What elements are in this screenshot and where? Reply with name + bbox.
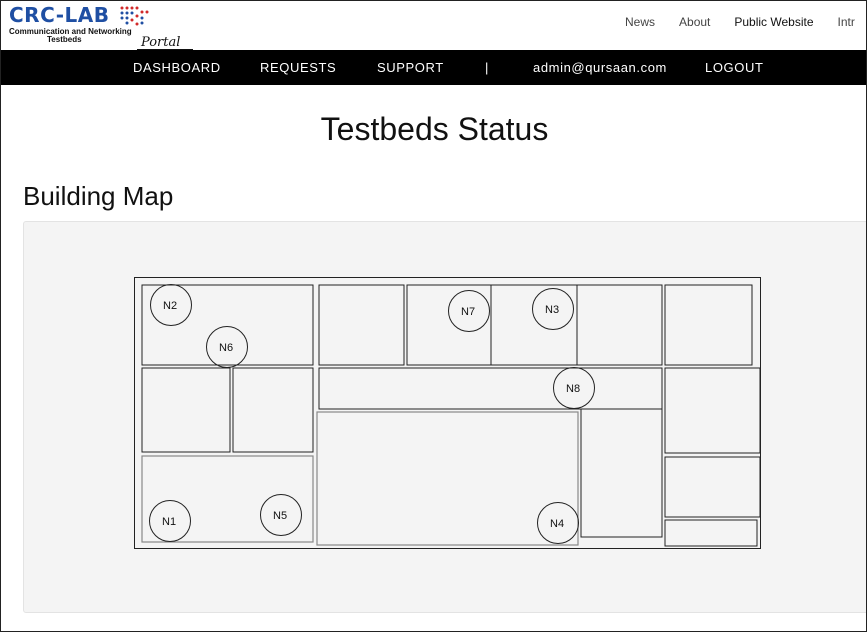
node-label: N7 <box>461 306 475 318</box>
node-n5[interactable]: N5 <box>260 494 302 536</box>
node-n7[interactable]: N7 <box>448 290 490 332</box>
room <box>580 408 663 538</box>
node-label: N6 <box>219 342 233 354</box>
node-label: N1 <box>162 516 176 528</box>
room <box>141 455 314 543</box>
building-outline <box>134 277 761 549</box>
room <box>316 411 579 546</box>
nav-logout[interactable]: LOGOUT <box>705 60 764 75</box>
section-title: Building Map <box>23 181 174 211</box>
nav-support[interactable]: SUPPORT <box>377 60 444 75</box>
room <box>318 284 405 366</box>
room <box>664 519 758 547</box>
site-logo[interactable]: CRC-LAB Communication and Networking Tes… <box>7 3 193 51</box>
logo-subtitle-2: Testbeds <box>47 35 82 44</box>
node-label: N8 <box>566 383 580 395</box>
nav-user-account[interactable]: admin@qursaan.com <box>533 60 667 75</box>
node-n3[interactable]: N3 <box>532 288 574 330</box>
node-n4[interactable]: N4 <box>537 502 579 544</box>
node-n6[interactable]: N6 <box>206 326 248 368</box>
top-link-about[interactable]: About <box>679 15 710 29</box>
node-n1[interactable]: N1 <box>149 500 191 542</box>
nav-requests[interactable]: REQUESTS <box>260 60 336 75</box>
nav-separator: | <box>485 60 489 75</box>
node-label: N4 <box>550 518 564 530</box>
room <box>406 284 663 366</box>
room <box>664 367 761 454</box>
node-label: N3 <box>545 304 559 316</box>
logo-text: CRC-LAB <box>9 3 110 27</box>
nav-dashboard[interactable]: DASHBOARD <box>133 60 221 75</box>
room <box>232 367 314 453</box>
browser-page: CRC-LAB Communication and Networking Tes… <box>0 0 867 632</box>
node-label: N2 <box>163 300 177 312</box>
top-link-public-website[interactable]: Public Website <box>734 15 813 29</box>
room <box>141 367 231 453</box>
room <box>664 284 753 366</box>
room <box>664 456 761 518</box>
node-n8[interactable]: N8 <box>553 367 595 409</box>
building-map: N2 N6 N7 N3 N8 N1 N5 N4 <box>134 277 761 549</box>
logo-portal-text: Portal <box>141 35 181 50</box>
logo-dots-icon <box>120 6 149 26</box>
node-n2[interactable]: N2 <box>150 284 192 326</box>
top-link-news[interactable]: News <box>625 15 655 29</box>
top-links: News About Public Website Intr <box>625 15 866 29</box>
page-title: Testbeds Status <box>320 111 549 147</box>
main-nav: DASHBOARD REQUESTS SUPPORT | admin@qursa… <box>1 50 866 85</box>
site-header: CRC-LAB Communication and Networking Tes… <box>1 1 866 51</box>
top-link-intro[interactable]: Intr <box>838 15 855 29</box>
node-label: N5 <box>273 510 287 522</box>
corridor <box>318 367 663 410</box>
